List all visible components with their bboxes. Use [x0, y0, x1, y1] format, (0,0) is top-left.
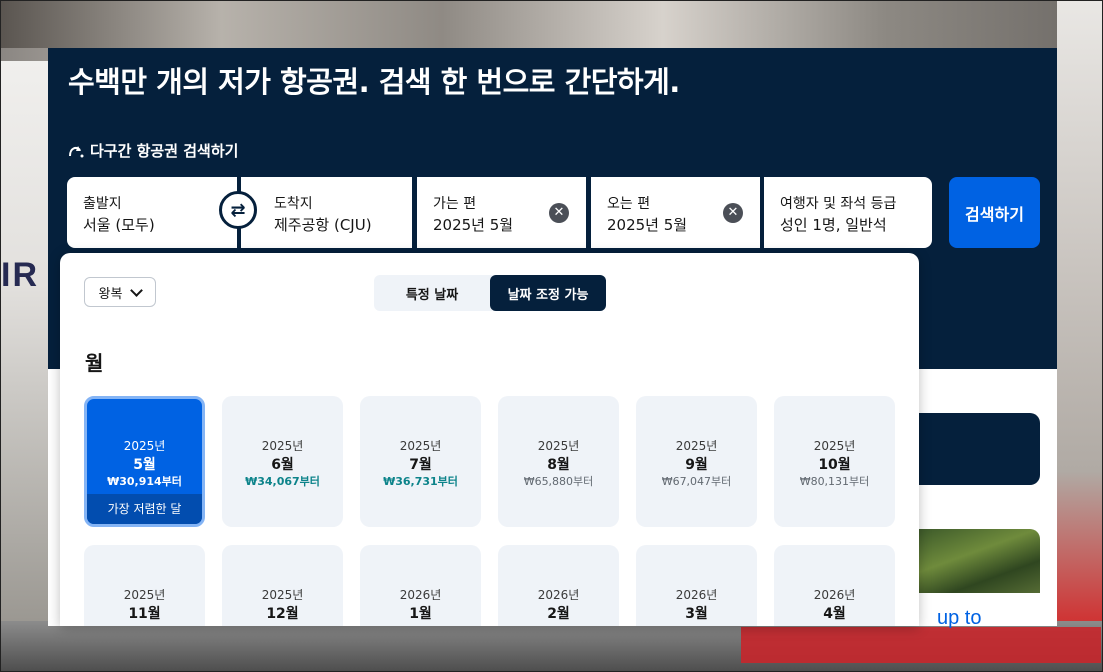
month-card-year: 2025년	[813, 439, 856, 453]
month-card[interactable]: 2025년 11월	[84, 545, 205, 626]
month-card-price: ₩30,914부터	[107, 475, 182, 488]
month-card-month: 12월	[266, 606, 299, 622]
chevron-down-icon	[130, 283, 144, 297]
month-card-month: 2월	[547, 606, 570, 622]
month-card-price: ₩65,880부터	[523, 475, 594, 488]
date-mode-toggle: 특정 날짜 날짜 조정 가능	[374, 275, 606, 311]
month-card-month: 11월	[128, 606, 161, 622]
month-card[interactable]: 2025년 10월 ₩80,131부터	[774, 396, 895, 527]
month-card[interactable]: 2025년 9월 ₩67,047부터	[636, 396, 757, 527]
month-card-year: 2025년	[675, 439, 718, 453]
month-card[interactable]: 2026년 2월	[498, 545, 619, 626]
month-card-month: 5월	[133, 457, 156, 473]
month-card[interactable]: 2025년 7월 ₩36,731부터	[360, 396, 481, 527]
month-card-year: 2026년	[537, 588, 580, 602]
destination-field[interactable]: 도착지 제주공항 (CJU)	[241, 177, 412, 248]
month-card-year: 2025년	[537, 439, 580, 453]
month-card[interactable]: 2026년 3월	[636, 545, 757, 626]
clear-return-icon[interactable]: ✕	[723, 203, 743, 223]
background-red-stripe	[741, 627, 1101, 663]
month-card-year: 2025년	[261, 439, 304, 453]
origin-field[interactable]: 출발지 서울 (모두)	[67, 177, 237, 248]
promo-link[interactable]: up to	[937, 607, 981, 630]
background-photo	[1, 1, 1102, 48]
cheapest-month-badge: 가장 저렴한 달	[87, 494, 202, 524]
month-card[interactable]: 2025년 12월	[222, 545, 343, 626]
month-card[interactable]: 2026년 1월	[360, 545, 481, 626]
month-card-price: ₩36,731부터	[383, 475, 458, 488]
month-card-year: 2025년	[399, 439, 442, 453]
trip-type-value: 왕복	[98, 286, 123, 302]
travellers-label: 여행자 및 좌석 등급	[780, 196, 897, 212]
month-card-year: 2025년	[261, 588, 304, 602]
month-card-month: 3월	[685, 606, 708, 622]
month-card-year: 2026년	[675, 588, 718, 602]
clear-depart-icon[interactable]: ✕	[549, 203, 569, 223]
origin-value[interactable]: 서울 (모두)	[83, 214, 155, 235]
month-card-month: 7월	[409, 457, 432, 473]
trip-type-select[interactable]: 왕복	[84, 277, 156, 307]
month-section-title: 월	[85, 351, 104, 375]
return-field[interactable]: 오는 편 2025년 5월 ✕	[591, 177, 760, 248]
month-card-month: 9월	[685, 457, 708, 473]
month-card-year: 2025년	[123, 588, 166, 602]
search-button[interactable]: 검색하기	[949, 177, 1040, 248]
multicity-link[interactable]: 다구간 항공권 검색하기	[68, 140, 238, 161]
month-card-price: ₩67,047부터	[661, 475, 732, 488]
month-card[interactable]: 2026년 4월	[774, 545, 895, 626]
month-card-month: 1월	[409, 606, 432, 622]
depart-value[interactable]: 2025년 5월	[433, 214, 513, 235]
background-photo-right	[1057, 1, 1102, 671]
month-card[interactable]: 2025년 6월 ₩34,067부터	[222, 396, 343, 527]
depart-field[interactable]: 가는 편 2025년 5월 ✕	[417, 177, 586, 248]
tab-flexible-date[interactable]: 날짜 조정 가능	[490, 275, 606, 311]
month-card-month: 4월	[823, 606, 846, 622]
multicity-icon	[68, 144, 84, 158]
destination-value[interactable]: 제주공항 (CJU)	[274, 214, 372, 235]
return-label: 오는 편	[607, 196, 651, 212]
month-card[interactable]: 2025년 5월 ₩30,914부터가장 저렴한 달	[84, 396, 205, 527]
month-card-year: 2025년	[123, 439, 166, 453]
travellers-field[interactable]: 여행자 및 좌석 등급 성인 1명, 일반석	[764, 177, 932, 248]
travellers-value[interactable]: 성인 1명, 일반석	[780, 214, 887, 235]
month-card-price: ₩34,067부터	[245, 475, 320, 488]
month-card-price: ₩80,131부터	[799, 475, 870, 488]
swap-icon[interactable]: ⇄	[219, 191, 257, 229]
month-card-month: 6월	[271, 457, 294, 473]
origin-label: 출발지	[83, 196, 122, 212]
return-value[interactable]: 2025년 5월	[607, 214, 687, 235]
month-card-month: 10월	[818, 457, 851, 473]
destination-label: 도착지	[274, 196, 313, 212]
month-card-year: 2026년	[399, 588, 442, 602]
date-picker-popup: 왕복 특정 날짜 날짜 조정 가능 월 2025년 5월 ₩30,914부터가장 저…	[60, 253, 919, 626]
month-card[interactable]: 2025년 8월 ₩65,880부터	[498, 396, 619, 527]
browser-viewport: IR up to 수백만 개의 저가 항공권. 검색 한 번으로 간단하게. 다…	[0, 0, 1103, 672]
month-card-year: 2026년	[813, 588, 856, 602]
depart-label: 가는 편	[433, 196, 477, 212]
promo-card-dark[interactable]	[919, 413, 1040, 485]
page-title: 수백만 개의 저가 항공권. 검색 한 번으로 간단하게.	[68, 65, 680, 99]
background-aircraft-lettering: IR	[1, 256, 39, 294]
month-card-month: 8월	[547, 457, 570, 473]
tab-specific-date[interactable]: 특정 날짜	[374, 275, 490, 311]
multicity-label: 다구간 항공권 검색하기	[90, 142, 239, 160]
promo-card-photo[interactable]	[919, 529, 1040, 593]
